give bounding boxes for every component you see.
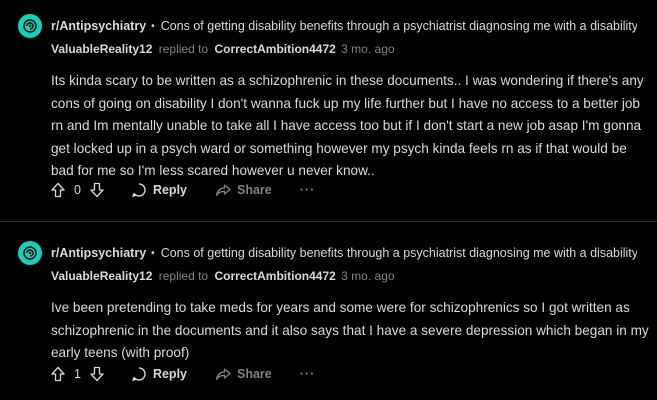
reply-button[interactable]: Reply [131, 182, 187, 198]
replied-to-label: replied to [158, 42, 209, 56]
share-label: Share [237, 367, 272, 381]
share-arrow-icon [215, 366, 231, 382]
arrow-down-icon[interactable] [89, 366, 105, 382]
vote-count: 0 [74, 183, 81, 197]
subreddit-avatar-icon[interactable] [18, 14, 42, 38]
reply-label: Reply [152, 367, 187, 381]
comment-card: r/Antipsychiatry • Cons of getting disab… [0, 221, 657, 400]
arrow-up-icon[interactable] [50, 366, 66, 382]
comment-meta: ValuableReality12 replied to CorrectAmbi… [51, 267, 637, 285]
arrow-up-icon[interactable] [50, 182, 66, 198]
speech-bubble-icon [131, 366, 147, 382]
comment-meta: ValuableReality12 replied to CorrectAmbi… [51, 40, 637, 58]
comment-header: r/Antipsychiatry • Cons of getting disab… [18, 12, 637, 40]
share-button[interactable]: Share [215, 182, 272, 198]
vote-count: 1 [74, 367, 81, 381]
separator-dot: • [151, 20, 155, 32]
more-options-button[interactable]: ··· [300, 367, 316, 381]
comment-body: Its kinda scary to be written as a schiz… [51, 73, 644, 178]
arrow-down-icon[interactable] [89, 182, 105, 198]
comment-actions: 0 Reply Share ··· [50, 179, 315, 201]
comment-timestamp[interactable]: 3 mo. ago [341, 42, 394, 56]
share-label: Share [237, 183, 272, 197]
comment-timestamp[interactable]: 3 mo. ago [341, 269, 394, 283]
subreddit-avatar-icon[interactable] [18, 241, 42, 265]
share-button[interactable]: Share [215, 366, 272, 382]
post-title-link[interactable]: Cons of getting disability benefits thro… [161, 246, 637, 260]
comment-body: Ive been pretending to take meds for yea… [51, 300, 649, 360]
replied-to-label: replied to [158, 269, 209, 283]
subreddit-link[interactable]: r/Antipsychiatry [51, 19, 146, 33]
replied-to-user-link[interactable]: CorrectAmbition4472 [214, 42, 335, 56]
author-link[interactable]: ValuableReality12 [51, 269, 152, 283]
separator-dot: • [151, 247, 155, 259]
reply-button[interactable]: Reply [131, 366, 187, 382]
author-link[interactable]: ValuableReality12 [51, 42, 152, 56]
comment-card: r/Antipsychiatry • Cons of getting disab… [0, 0, 657, 221]
share-arrow-icon [215, 182, 231, 198]
comment-feed: r/Antipsychiatry • Cons of getting disab… [0, 0, 657, 400]
comment-actions: 1 Reply Share ··· [50, 363, 315, 385]
speech-bubble-icon [131, 182, 147, 198]
replied-to-user-link[interactable]: CorrectAmbition4472 [214, 269, 335, 283]
reply-label: Reply [152, 183, 187, 197]
subreddit-link[interactable]: r/Antipsychiatry [51, 246, 146, 260]
comment-header: r/Antipsychiatry • Cons of getting disab… [18, 239, 637, 267]
more-options-button[interactable]: ··· [300, 183, 316, 197]
post-title-link[interactable]: Cons of getting disability benefits thro… [161, 19, 637, 33]
